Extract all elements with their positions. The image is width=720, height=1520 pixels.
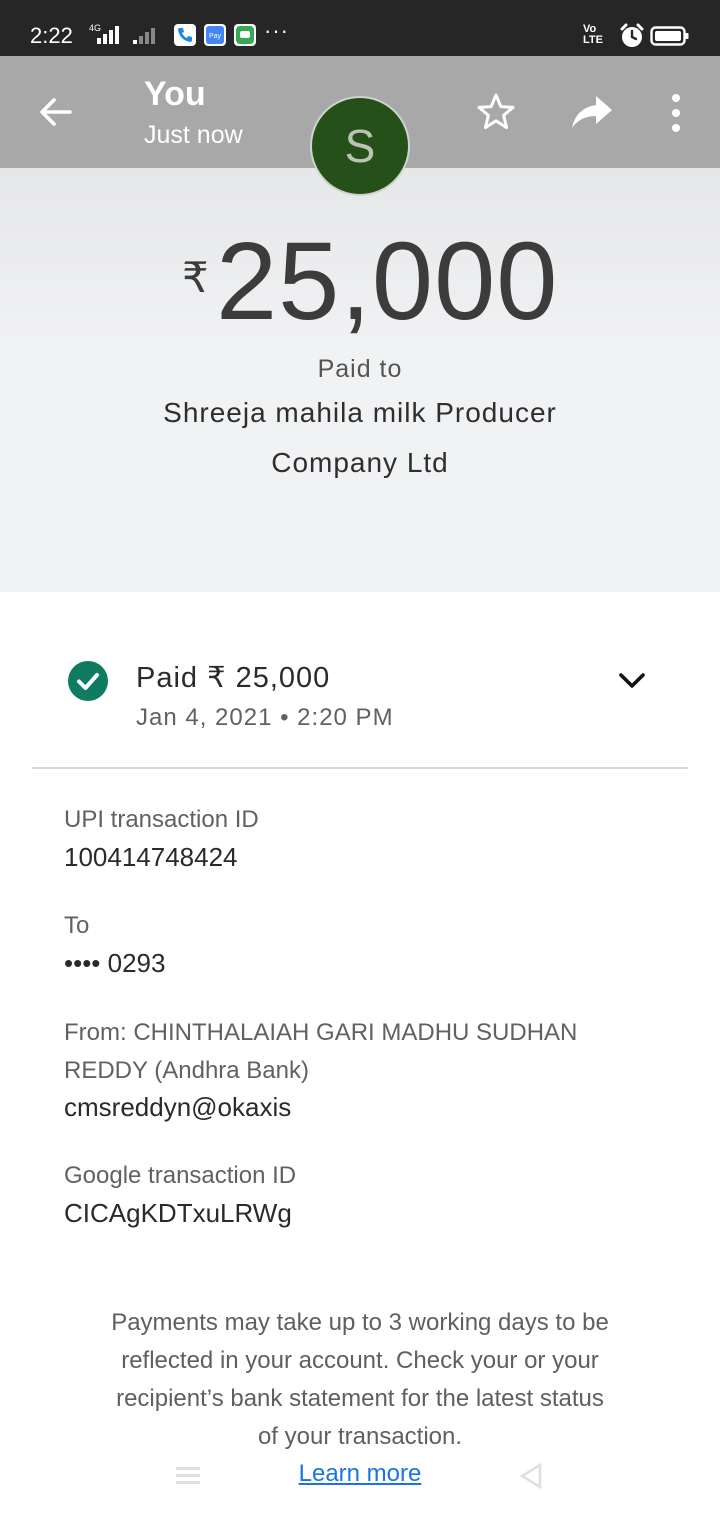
battery-icon: [650, 26, 689, 46]
payment-datetime: Jan 4, 2021 • 2:20 PM: [136, 704, 394, 731]
more-options-icon[interactable]: [664, 92, 688, 134]
upi-transaction-id-label: UPI transaction ID: [64, 806, 259, 833]
status-time: 2:22: [30, 23, 73, 48]
paid-to-label: Paid to: [317, 355, 403, 383]
nav-back-icon: [519, 1462, 542, 1490]
alarm-icon: [620, 23, 644, 47]
pay-app-icon: Pay: [204, 24, 226, 46]
header-title: You: [144, 75, 206, 113]
network-type-label: 4G: [89, 23, 101, 33]
from-upi-id-value[interactable]: cmsreddyn@okaxis: [64, 1090, 291, 1124]
google-transaction-id-label: Google transaction ID: [64, 1162, 297, 1189]
status-bar: 2:22 4G Pay ··· Vo LTE: [0, 0, 720, 56]
svg-text:Pay: Pay: [209, 33, 222, 40]
divider: [32, 767, 688, 769]
messages-app-icon: [234, 24, 256, 46]
google-transaction-id-value[interactable]: CICAgKDTxuLRWg: [64, 1196, 292, 1230]
processing-note: Payments may take up to 3 working days t…: [111, 1309, 609, 1450]
chevron-down-icon[interactable]: [617, 668, 647, 692]
signal-icon: 4G: [89, 23, 155, 44]
payee-name: Shreeja mahila milk Producer Company Ltd: [163, 397, 557, 478]
currency-symbol: ₹: [182, 254, 209, 301]
back-arrow-icon[interactable]: [36, 92, 76, 132]
header-subtitle: Just now: [144, 121, 243, 149]
success-check-icon: [68, 661, 108, 701]
share-icon[interactable]: [570, 92, 614, 132]
volte-icon: Vo LTE: [583, 23, 603, 46]
upi-transaction-id-value[interactable]: 100414748424: [64, 840, 238, 874]
more-notifications-icon: ···: [264, 18, 289, 43]
avatar: S: [310, 96, 410, 196]
screen: 2:22 4G Pay ··· Vo LTE You Just now S ₹ …: [0, 0, 720, 1520]
star-icon[interactable]: [475, 91, 517, 133]
payment-status: Paid ₹ 25,000: [136, 662, 331, 694]
from-label: From: CHINTHALAIAH GARI MADHU SUDHAN RED…: [64, 1019, 578, 1084]
to-label: To: [64, 912, 90, 939]
phone-app-icon: [174, 24, 196, 46]
payment-amount: 25,000: [216, 220, 559, 343]
to-account-value: •••• 0293: [64, 948, 166, 978]
learn-more-link[interactable]: Learn more: [0, 1456, 720, 1492]
